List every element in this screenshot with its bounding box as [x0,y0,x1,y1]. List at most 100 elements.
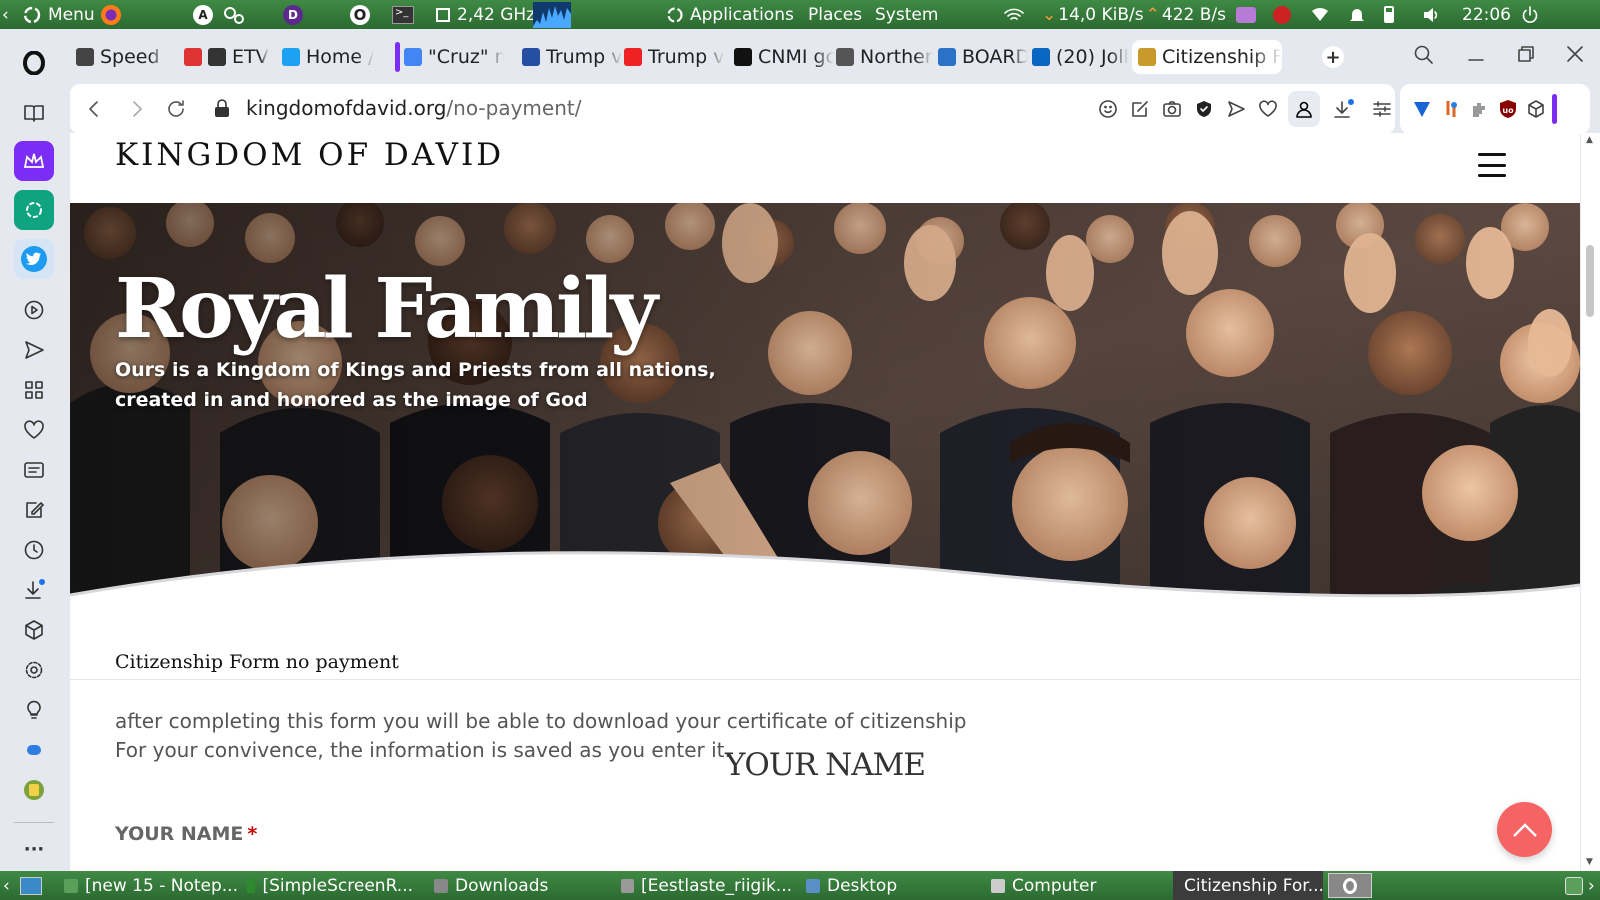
tab-2[interactable] [184,40,210,74]
tab-search-icon[interactable] [1413,44,1435,66]
puzzle-extension-icon[interactable] [1470,99,1490,119]
player-icon[interactable] [14,290,54,330]
restore-window-icon[interactable] [1516,44,1536,64]
reload-button[interactable] [164,97,188,121]
panel-left-arrow-icon[interactable]: ‹ [2,0,16,29]
taskbar-tray-icon[interactable] [1565,871,1583,900]
terminal-icon[interactable]: >_ [392,0,414,29]
wifi-signal-icon[interactable] [1003,0,1025,29]
tab-8[interactable]: CNMI gc [734,40,834,74]
show-desktop-icon[interactable] [20,871,42,900]
menu-button[interactable]: Menu [22,0,95,29]
wallet-icon[interactable] [14,770,54,810]
settings-gear-icon[interactable] [14,650,54,690]
tab-1[interactable]: Speed D [76,40,166,74]
heart-icon[interactable] [14,410,54,450]
scrollbar-thumb[interactable] [1586,245,1594,317]
battery-icon[interactable] [1384,0,1394,29]
scroll-up-arrow-icon[interactable]: ▲ [1586,135,1593,145]
lock-icon[interactable] [212,97,232,121]
tab-10[interactable]: BOARD [938,40,1028,74]
firefox-launcher-icon[interactable] [100,0,122,29]
tab-7[interactable]: Trump v [624,40,724,74]
messenger-icon[interactable] [14,730,54,770]
taskbar-item-5[interactable]: Desktop [802,871,962,900]
tab-6[interactable]: Trump v [522,40,622,74]
vpn-extension-icon[interactable] [1412,99,1432,119]
easy-setup-icon[interactable] [1372,99,1392,119]
emoji-icon[interactable] [1098,99,1118,119]
taskbar-item-7[interactable]: Citizenship For... [1173,871,1324,900]
gear-cluster-icon[interactable] [222,0,246,29]
downloads-sidebar-icon[interactable] [14,570,54,610]
scroll-down-arrow-icon[interactable]: ▼ [1586,857,1593,867]
lightbulb-icon[interactable] [14,690,54,730]
record-icon[interactable] [1273,0,1291,29]
shield-icon[interactable] [1194,99,1214,119]
camera-icon[interactable] [1162,99,1182,119]
taskbar-right-arrow-icon[interactable]: › [1588,871,1595,900]
sidebar-toggle-bar[interactable] [1552,94,1557,124]
edit-snapshot-icon[interactable] [14,490,54,530]
cpu-freq-indicator[interactable]: 2,42 GHz [433,0,535,29]
tab-4[interactable]: Home / [282,40,374,74]
back-button[interactable] [82,97,106,121]
a-indicator-icon[interactable]: A [193,0,213,29]
power-icon[interactable] [1521,0,1539,29]
close-window-icon[interactable] [1565,44,1585,64]
more-dots-icon[interactable]: ··· [14,829,54,869]
places-menu[interactable]: Places [808,0,862,29]
crown-app-icon[interactable] [14,141,54,181]
twitter-sidebar-icon[interactable] [14,239,54,279]
minimize-window-icon[interactable] [1466,44,1486,64]
notification-bell-icon[interactable] [1349,0,1365,29]
clock[interactable]: 22:06 [1462,0,1511,29]
podcast-icon[interactable]: D [283,0,303,29]
network-speed-indicator[interactable]: ⌄ 14,0 KiB/s ⌃ 422 B/s [1042,0,1226,29]
download-icon[interactable] [1332,99,1356,121]
bookmark-heart-icon[interactable] [1258,99,1278,119]
new-tab-button[interactable]: + [1322,46,1344,68]
book-icon[interactable] [14,93,54,133]
hamburger-menu-icon[interactable] [1478,153,1506,177]
cube-icon[interactable] [14,610,54,650]
bottom-taskbar: ‹ [new 15 - Notep... [SimpleScreenR... Dow… [0,871,1600,900]
volume-icon[interactable] [1422,0,1440,29]
taskbar-item-1[interactable]: [new 15 - Notep... [60,871,238,900]
apps-grid-icon[interactable] [14,370,54,410]
site-logo[interactable]: KINGDOM OF DAVID [115,137,504,173]
ublock-icon[interactable]: uo [1498,99,1518,119]
taskbar-item-6[interactable]: Computer [987,871,1157,900]
cube-extension-icon[interactable] [1526,99,1546,119]
profile-button[interactable] [1288,91,1320,127]
translate-extension-icon[interactable] [1442,99,1462,119]
opera-logo-icon[interactable] [14,43,54,83]
taskbar-left-arrow-icon[interactable]: ‹ [3,871,17,900]
edit-share-icon[interactable] [1130,99,1150,119]
back-to-top-button[interactable] [1497,802,1552,857]
tab-5[interactable]: "Cruz" n [404,40,504,74]
chatgpt-icon[interactable] [14,190,54,230]
section-divider [70,679,1580,680]
opera-launcher-icon[interactable]: O [350,0,370,29]
taskbar-item-4[interactable]: [Eestlaste_riigik... [617,871,792,900]
tab-9[interactable]: Norther [836,40,936,74]
tab-12[interactable]: Citizenship Fo [1132,40,1282,74]
forward-button[interactable] [125,97,149,121]
applications-icon [667,6,683,23]
applications-menu[interactable]: Applications [666,0,794,29]
news-icon[interactable] [14,450,54,490]
opera-taskbar-icon[interactable] [1328,873,1372,898]
sound-recorder-icon[interactable] [1236,0,1256,29]
taskbar-item-3[interactable]: Downloads [430,871,600,900]
system-menu[interactable]: System [875,0,938,29]
history-clock-icon[interactable] [14,530,54,570]
send-page-icon[interactable] [1226,99,1246,119]
taskbar-item-2[interactable]: [SimpleScreenR... [243,871,413,900]
tab-11[interactable]: (20) Joll [1032,40,1132,74]
tab-3[interactable]: ETV [208,40,270,74]
wifi-tray-icon[interactable] [1311,0,1329,29]
send-icon[interactable] [14,330,54,370]
page-scrollbar[interactable]: ▲ ▼ [1581,133,1600,871]
url-field[interactable]: kingdomofdavid.org/no-payment/ [246,96,581,120]
